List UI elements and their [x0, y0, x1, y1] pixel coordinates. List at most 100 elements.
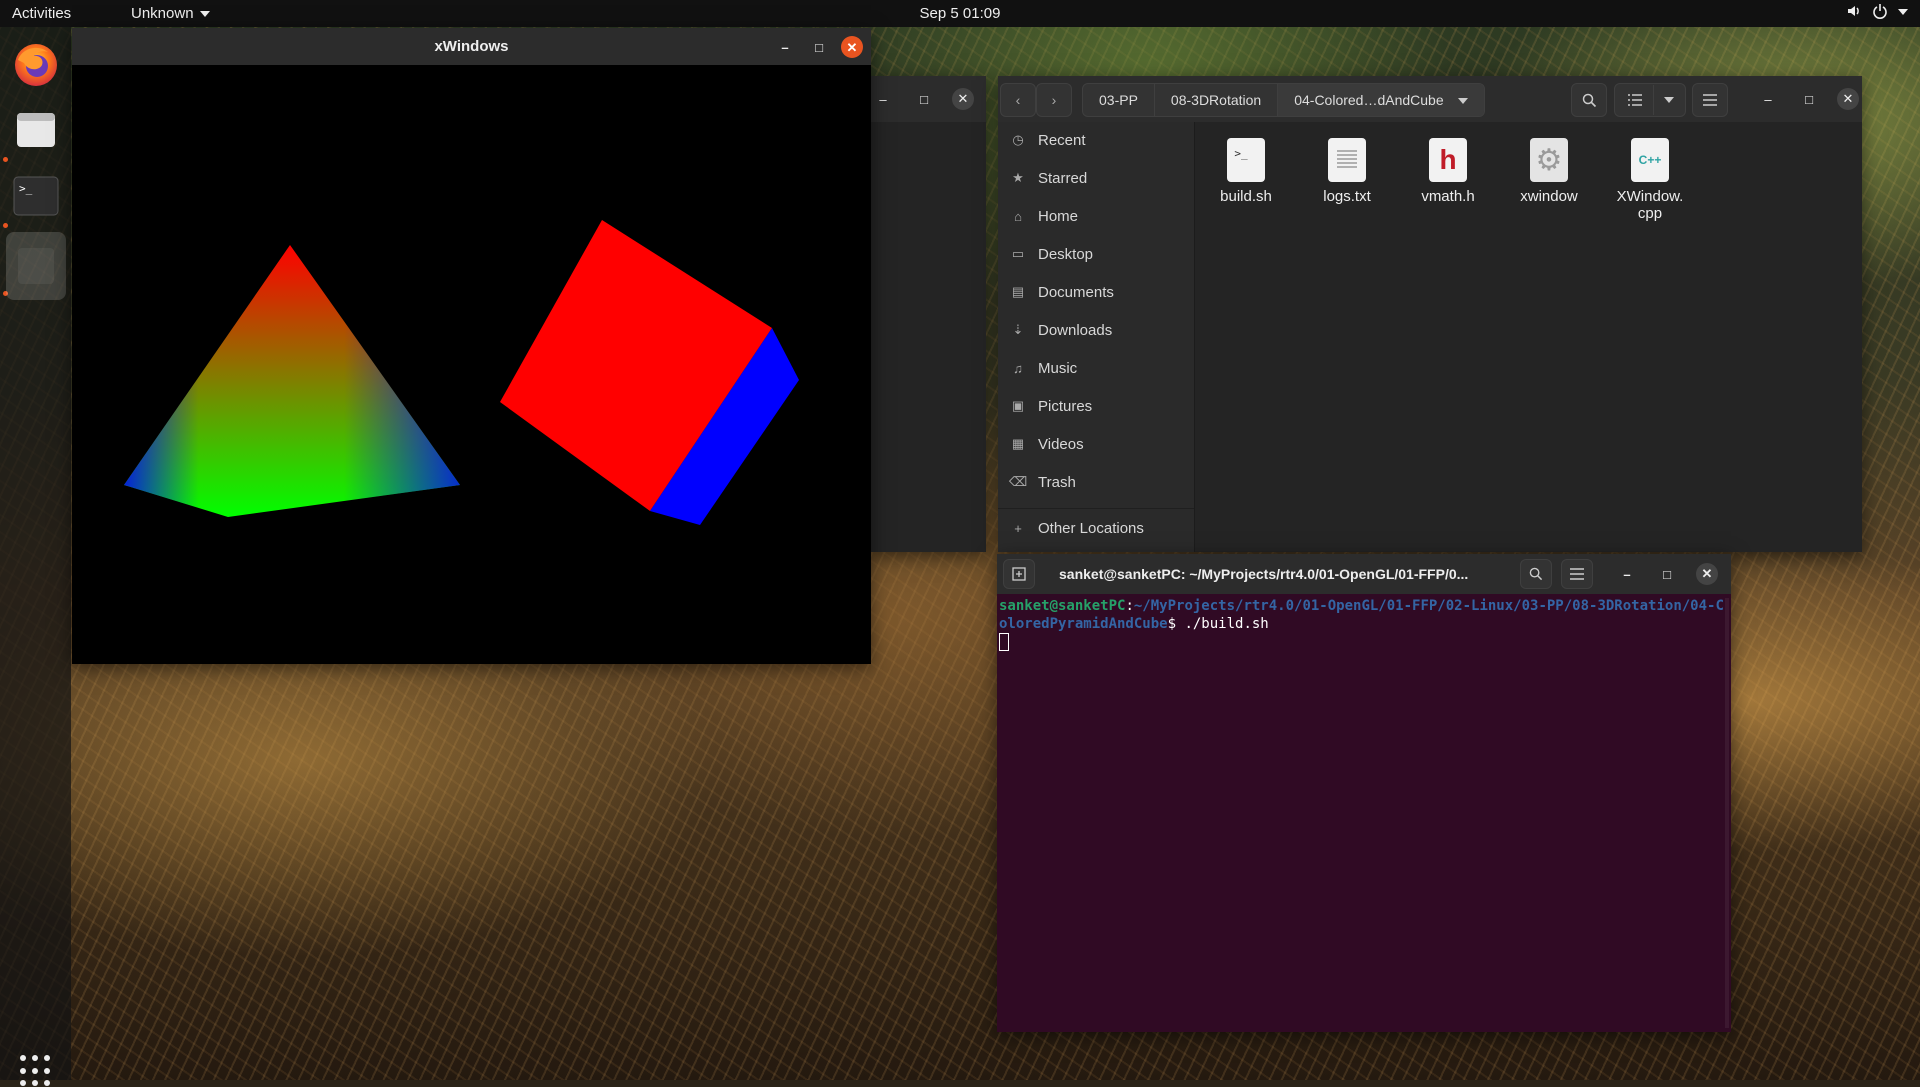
terminal-scrollbar[interactable] — [1725, 598, 1729, 1028]
sidebar-divider — [998, 508, 1194, 509]
sidebar-item-starred[interactable]: ★ Starred — [1010, 160, 1087, 196]
maximize-icon[interactable]: □ — [1656, 563, 1678, 585]
sidebar-item-trash[interactable]: ⌫ Trash — [1009, 464, 1076, 500]
app-menu-label: Unknown — [131, 5, 194, 22]
sidebar-item-other-locations[interactable]: + Other Locations — [1010, 510, 1144, 546]
sidebar-item-label: Music — [1038, 359, 1078, 377]
system-menu-caret-icon[interactable] — [1898, 3, 1908, 19]
star-icon: ★ — [1012, 170, 1024, 185]
breadcrumb-item[interactable]: 03-PP — [1083, 84, 1155, 116]
script-glyph: >_ — [1234, 146, 1248, 160]
terminal-headerbar[interactable]: sanket@sanketPC: ~/MyProjects/rtr4.0/01-… — [997, 554, 1731, 594]
sidebar-item-label: Starred — [1038, 169, 1088, 187]
search-icon — [1582, 93, 1596, 107]
forward-button[interactable]: › — [1036, 83, 1072, 117]
view-options-button[interactable] — [1614, 83, 1686, 117]
hamburger-menu-icon — [1570, 568, 1584, 580]
firefox-icon — [15, 44, 57, 86]
file-grid: >_ build.sh logs.txt h vmath.h ⚙ xwindow… — [1194, 122, 1862, 552]
minimize-icon[interactable]: – — [872, 88, 894, 110]
dock-xwindow-app[interactable] — [6, 232, 66, 300]
sidebar-item-downloads[interactable]: ⇣ Downloads — [1010, 312, 1113, 348]
prompt-user: sanket@sanketPC — [999, 598, 1126, 614]
power-icon[interactable] — [1872, 3, 1888, 19]
terminal-window[interactable]: sanket@sanketPC: ~/MyProjects/rtr4.0/01-… — [997, 554, 1731, 1032]
close-icon[interactable]: ✕ — [1837, 88, 1859, 110]
system-tray[interactable] — [1846, 3, 1908, 19]
sidebar-item-home[interactable]: ⌂ Home — [1010, 198, 1078, 234]
clock[interactable]: Sep 5 01:09 — [920, 5, 1001, 22]
maximize-icon[interactable]: □ — [1798, 88, 1820, 110]
xwindows-titlebar[interactable]: xWindows – □ ✕ — [72, 28, 871, 65]
activities-button[interactable]: Activities — [12, 5, 71, 22]
prompt-colon: : — [1125, 598, 1134, 614]
dock-terminal[interactable]: >_ — [6, 166, 66, 226]
maximize-icon[interactable]: □ — [913, 88, 935, 110]
sidebar-item-recent[interactable]: ◷ Recent — [1010, 122, 1085, 158]
video-icon: ▦ — [1011, 436, 1025, 451]
executable-icon: ⚙ — [1530, 138, 1568, 182]
sidebar-item-label: Downloads — [1038, 321, 1113, 339]
picture-icon: ▣ — [1011, 398, 1025, 413]
cpp-file-icon: C++ — [1631, 138, 1669, 182]
minimize-icon[interactable]: – — [1616, 563, 1638, 585]
download-icon: ⇣ — [1012, 322, 1024, 337]
sidebar-item-desktop[interactable]: ▭ Desktop — [1010, 236, 1093, 272]
sidebar-item-label: Trash — [1038, 473, 1076, 491]
file-item-build-sh[interactable]: >_ build.sh — [1198, 138, 1294, 205]
minimize-icon[interactable]: – — [1757, 88, 1779, 110]
file-item-xwindow[interactable]: ⚙ xwindow — [1501, 138, 1597, 205]
terminal-cursor — [999, 633, 1009, 651]
text-file-icon — [1328, 138, 1366, 182]
terminal-output[interactable]: sanket@sanketPC:~/MyProjects/rtr4.0/01-O… — [997, 594, 1731, 1032]
sidebar-item-label: Home — [1038, 207, 1079, 225]
app-menu[interactable]: Unknown — [131, 5, 210, 22]
command-text: ./build.sh — [1176, 616, 1269, 632]
minimize-icon[interactable]: – — [774, 36, 796, 58]
sidebar-item-documents[interactable]: ▤ Documents — [1010, 274, 1114, 310]
close-icon[interactable]: ✕ — [841, 36, 863, 58]
breadcrumb-current[interactable]: 04-Colored…dAndCube — [1278, 84, 1484, 116]
file-item-xwindow-cpp[interactable]: C++ XWindow. cpp — [1602, 138, 1698, 222]
main-menu-button[interactable] — [1692, 83, 1728, 117]
new-tab-button[interactable] — [1003, 559, 1035, 589]
file-item-logs-txt[interactable]: logs.txt — [1299, 138, 1395, 205]
sidebar-item-videos[interactable]: ▦ Videos — [1010, 426, 1084, 462]
maximize-icon[interactable]: □ — [808, 36, 830, 58]
back-button[interactable]: ‹ — [1000, 83, 1036, 117]
show-applications-grid-icon[interactable] — [20, 1055, 52, 1087]
sidebar-item-label: Desktop — [1038, 245, 1094, 263]
search-icon — [1529, 567, 1543, 581]
close-icon[interactable]: ✕ — [952, 88, 974, 110]
terminal-title: sanket@sanketPC: ~/MyProjects/rtr4.0/01-… — [1059, 566, 1469, 582]
close-icon[interactable]: ✕ — [1696, 563, 1718, 585]
running-indicator — [3, 157, 8, 162]
xwindows-window[interactable]: xWindows – □ ✕ — [72, 28, 871, 664]
breadcrumb: 03-PP 08-3DRotation 04-Colored…dAndCube — [1082, 83, 1485, 117]
files-window[interactable]: ‹ › 03-PP 08-3DRotation 04-Colored…dAndC… — [998, 76, 1862, 552]
sidebar-item-pictures[interactable]: ▣ Pictures — [1010, 388, 1092, 424]
files-sidebar: ◷ Recent ★ Starred ⌂ Home ▭ Desktop ▤ Documen… — [998, 122, 1195, 552]
sidebar-item-label: Videos — [1038, 435, 1084, 453]
opengl-scene — [124, 220, 799, 525]
window-title: xWindows — [434, 38, 509, 55]
terminal-menu-button[interactable] — [1561, 559, 1593, 589]
file-item-vmath-h[interactable]: h vmath.h — [1400, 138, 1496, 205]
background-window[interactable]: – □ ✕ — [870, 76, 986, 552]
dock-files[interactable] — [6, 100, 66, 160]
search-button[interactable] — [1520, 559, 1552, 589]
list-view-icon — [1627, 94, 1642, 106]
dock-firefox[interactable] — [6, 34, 66, 94]
sidebar-item-music[interactable]: ♫ Music — [1010, 350, 1077, 386]
search-button[interactable] — [1571, 83, 1607, 117]
opengl-canvas[interactable] — [72, 65, 871, 664]
files-headerbar[interactable]: ‹ › 03-PP 08-3DRotation 04-Colored…dAndC… — [998, 76, 1862, 122]
sidebar-item-label: Pictures — [1038, 397, 1093, 415]
dock: >_ — [0, 27, 71, 1087]
chevron-right-icon: › — [1051, 92, 1057, 108]
music-icon: ♫ — [1013, 360, 1023, 376]
background-window-titlebar[interactable]: – □ ✕ — [870, 76, 986, 122]
volume-icon[interactable] — [1846, 3, 1862, 19]
header-file-icon: h — [1429, 138, 1467, 182]
breadcrumb-item[interactable]: 08-3DRotation — [1155, 84, 1279, 116]
